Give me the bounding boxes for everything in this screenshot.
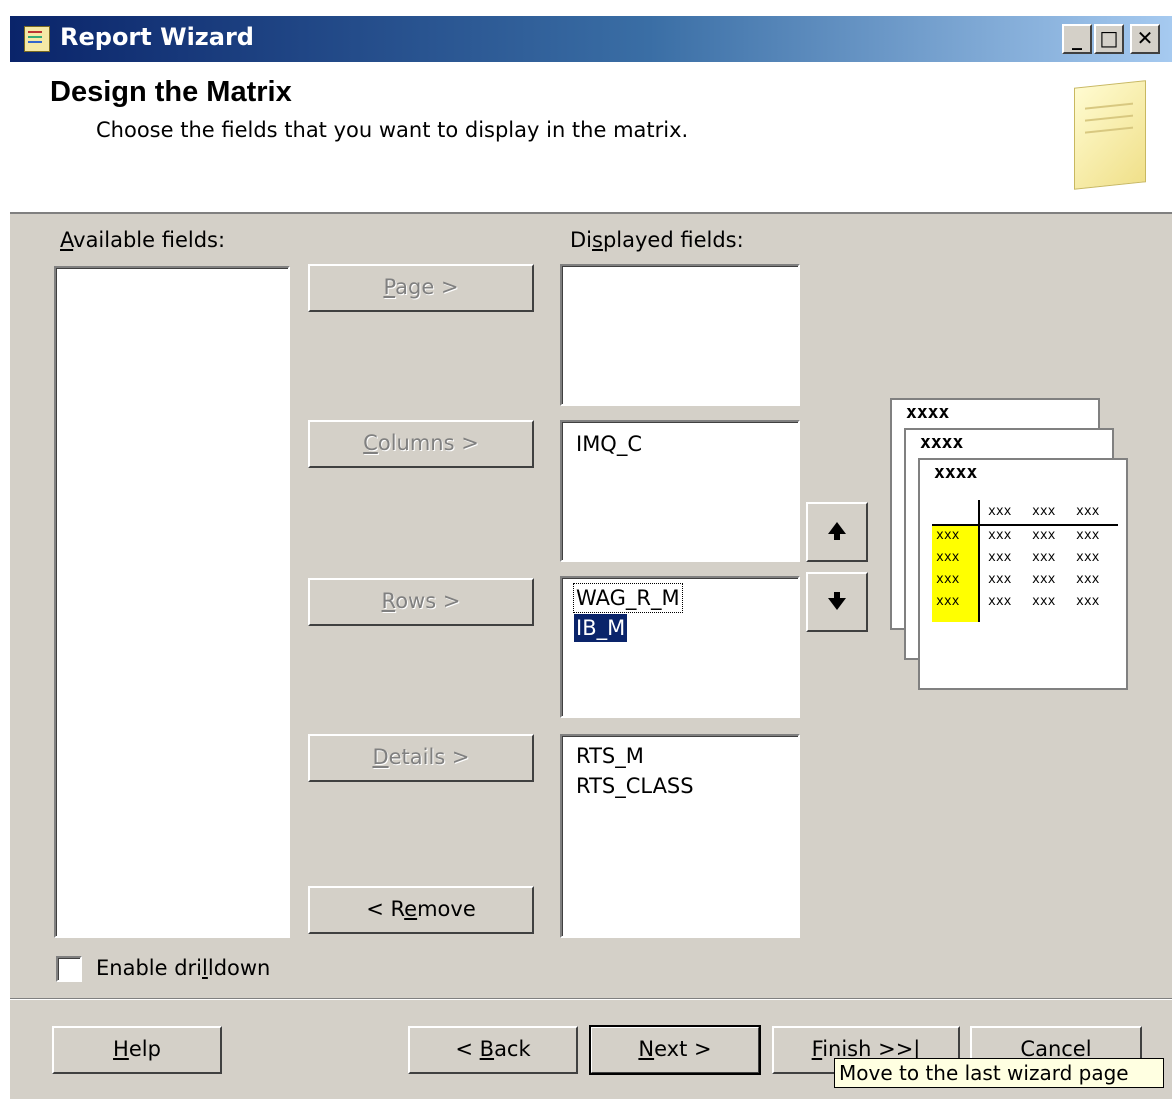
preview-row-header-cell: xxx xyxy=(936,594,960,609)
available-fields-list[interactable] xyxy=(54,266,290,938)
preview-header-cell: xxx xyxy=(1032,504,1056,519)
page-button[interactable]: Page > xyxy=(308,264,534,312)
column-fields-list[interactable]: IMQ_C xyxy=(560,420,800,562)
preview-data-cell: xxx xyxy=(988,594,1012,609)
next-button[interactable]: Next > xyxy=(589,1025,761,1075)
preview-page-title: xxxx xyxy=(920,432,964,453)
arrow-down-icon xyxy=(828,592,846,610)
preview-header-cell: xxx xyxy=(988,504,1012,519)
available-fields-label: Available fields: xyxy=(60,228,226,252)
wizard-note-icon xyxy=(1074,80,1146,190)
detail-field-item[interactable]: RTS_M xyxy=(574,742,646,770)
preview-row-header-cell: xxx xyxy=(936,572,960,587)
preview-data-cell: xxx xyxy=(1076,528,1100,543)
detail-field-item[interactable]: RTS_CLASS xyxy=(574,772,696,800)
preview-data-cell: xxx xyxy=(988,528,1012,543)
matrix-vertical-line xyxy=(978,500,980,622)
back-button[interactable]: < Back xyxy=(408,1026,578,1074)
preview-header-cell: xxx xyxy=(1076,504,1100,519)
preview-row-header-cell: xxx xyxy=(936,528,960,543)
enable-drilldown-label[interactable]: Enable drilldown xyxy=(96,956,270,980)
help-button[interactable]: Help xyxy=(52,1026,222,1074)
row-field-item-selected[interactable]: IB_M xyxy=(574,614,628,642)
preview-data-cell: xxx xyxy=(1076,550,1100,565)
arrow-up-icon xyxy=(828,522,846,540)
displayed-fields-label: Displayed fields: xyxy=(570,228,744,252)
report-wizard-window: Report Wizard _ □ ✕ Design the Matrix Ch… xyxy=(10,16,1172,1099)
preview-page-title: xxxx xyxy=(906,402,950,423)
preview-page-front: xxxx xxx xxx xxx xxx xxx xxx xxx xxx xxx… xyxy=(918,458,1128,690)
page-title: Design the Matrix xyxy=(50,76,292,108)
row-fields-list[interactable]: WAG_R_M IB_M xyxy=(560,576,800,718)
page-fields-list[interactable] xyxy=(560,264,800,406)
move-up-button[interactable] xyxy=(806,502,868,562)
preview-data-cell: xxx xyxy=(988,550,1012,565)
page-subtitle: Choose the fields that you want to displ… xyxy=(96,118,689,142)
wizard-header: Design the Matrix Choose the fields that… xyxy=(10,62,1172,214)
rows-button[interactable]: Rows > xyxy=(308,578,534,626)
finish-tooltip: Move to the last wizard page xyxy=(834,1058,1164,1088)
preview-data-cell: xxx xyxy=(988,572,1012,587)
minimize-button[interactable]: _ xyxy=(1062,24,1092,54)
preview-page-title: xxxx xyxy=(934,462,978,483)
footer-separator xyxy=(10,998,1172,1000)
preview-data-cell: xxx xyxy=(1076,572,1100,587)
preview-data-cell: xxx xyxy=(1032,594,1056,609)
preview-data-cell: xxx xyxy=(1032,550,1056,565)
preview-data-cell: xxx xyxy=(1076,594,1100,609)
details-button[interactable]: Details > xyxy=(308,734,534,782)
preview-data-cell: xxx xyxy=(1032,572,1056,587)
row-field-item[interactable]: WAG_R_M xyxy=(573,583,683,613)
move-down-button[interactable] xyxy=(806,572,868,632)
close-button[interactable]: ✕ xyxy=(1130,24,1160,54)
enable-drilldown-checkbox[interactable] xyxy=(56,956,82,982)
maximize-button[interactable]: □ xyxy=(1094,24,1124,54)
matrix-horizontal-line xyxy=(932,524,1118,526)
report-wizard-icon xyxy=(24,26,50,52)
window-title: Report Wizard xyxy=(60,23,254,51)
detail-fields-list[interactable]: RTS_M RTS_CLASS xyxy=(560,734,800,938)
column-field-item[interactable]: IMQ_C xyxy=(574,430,644,458)
columns-button[interactable]: Columns > xyxy=(308,420,534,468)
remove-button[interactable]: < Remove xyxy=(308,886,534,934)
title-bar[interactable]: Report Wizard _ □ ✕ xyxy=(10,16,1172,62)
preview-row-header-cell: xxx xyxy=(936,550,960,565)
preview-data-cell: xxx xyxy=(1032,528,1056,543)
